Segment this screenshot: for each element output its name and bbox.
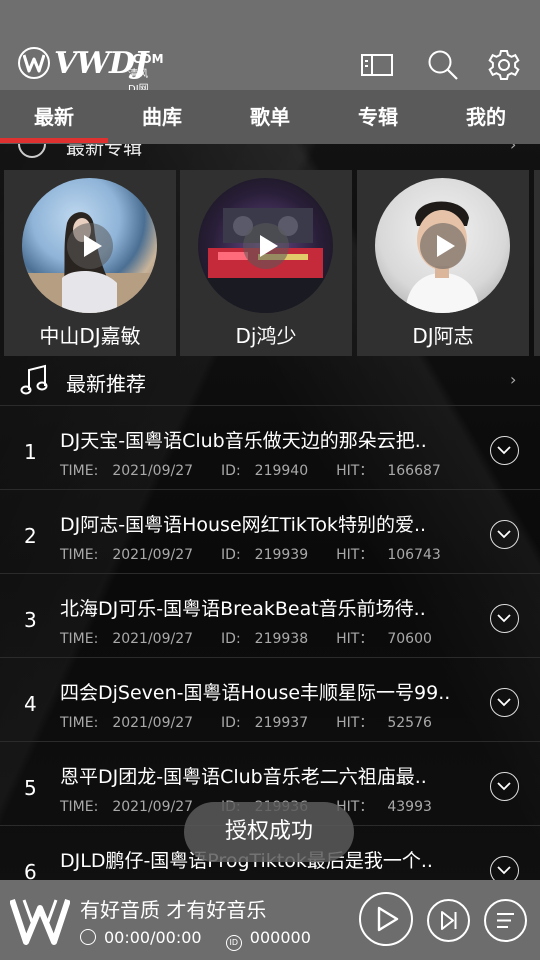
chevron-down-icon[interactable] (490, 520, 519, 549)
album-card-name: Dj鸿少 (235, 324, 297, 348)
track-number: 5 (24, 776, 37, 800)
chevron-right-icon: › (510, 144, 517, 154)
tab-albums[interactable]: 专辑 (324, 90, 432, 144)
track-hits: 43993 (387, 799, 432, 815)
player-id: 000000 (249, 928, 311, 947)
avatar (198, 178, 333, 313)
play-icon[interactable] (420, 223, 466, 269)
sidebar-toggle-icon[interactable] (360, 48, 394, 82)
chevron-right-icon: › (510, 370, 517, 389)
id-icon: ID (225, 935, 242, 951)
disc-icon (18, 144, 46, 158)
track-meta: TIME: 2021/09/27 ID: 219937 HIT： 52576 (60, 715, 432, 731)
track-number: 1 (24, 440, 37, 464)
album-card-name: 中山DJ嘉敏 (39, 324, 141, 348)
toast-message: 授权成功 (184, 802, 354, 862)
track-title: 北海DJ可乐-国粤语BreakBeat音乐前场待.. (60, 598, 426, 620)
track-title: DJ天宝-国粤语Club音乐做天边的那朵云把.. (60, 430, 427, 452)
albums-section-header[interactable]: 最新专辑 › (0, 144, 540, 162)
track-time: 2021/09/27 (112, 799, 194, 815)
mini-player[interactable]: 有好音质 才有好音乐 00:00/00:00 ID 000000 (0, 880, 540, 960)
chevron-down-icon[interactable] (490, 772, 519, 801)
chevron-down-icon[interactable] (490, 604, 519, 633)
app-logo[interactable]: VWDJ .COM 清风DJ网 (18, 44, 164, 95)
main-tabs: 最新 曲库 歌单 专辑 我的 (0, 90, 540, 144)
track-title: DJ阿志-国粤语House网红TikTok特别的爱.. (60, 514, 427, 536)
chevron-down-icon[interactable] (490, 436, 519, 465)
active-tab-indicator (0, 138, 108, 143)
avatar (22, 178, 157, 313)
track-hits: 166687 (387, 463, 441, 479)
track-number: 3 (24, 608, 37, 632)
player-time: 00:00/00:00 (104, 928, 202, 947)
album-card-partial (534, 170, 540, 356)
track-id: 219940 (254, 463, 309, 479)
list-item[interactable]: 3 北海DJ可乐-国粤语BreakBeat音乐前场待.. TIME: 2021/0… (0, 573, 540, 657)
player-title: 有好音质 才有好音乐 (80, 898, 267, 922)
player-logo-icon (10, 899, 70, 945)
track-meta: TIME: 2021/09/27 ID: 219940 HIT： 166687 (60, 463, 441, 479)
logo-com: .COM (128, 52, 164, 66)
player-meta: 00:00/00:00 ID 000000 (80, 928, 311, 951)
tab-latest[interactable]: 最新 (0, 90, 108, 144)
gear-icon[interactable] (487, 48, 521, 82)
recommend-section-title: 最新推荐 (66, 372, 146, 396)
tab-mine[interactable]: 我的 (432, 90, 540, 144)
music-note-icon (20, 364, 48, 395)
list-item[interactable]: 4 四会DjSeven-国粤语House丰顺星际一号99.. TIME: 2021… (0, 657, 540, 741)
recommend-section-header[interactable]: 最新推荐 › (0, 360, 540, 402)
play-button[interactable] (359, 892, 413, 946)
album-card[interactable]: 中山DJ嘉敏 (4, 170, 176, 356)
track-time: 2021/09/27 (112, 547, 194, 563)
track-id: 219938 (254, 631, 309, 647)
track-hits: 70600 (387, 631, 432, 647)
play-icon[interactable] (67, 223, 113, 269)
track-hits: 106743 (387, 547, 441, 563)
album-card-name: DJ阿志 (412, 324, 474, 348)
app-header: VWDJ .COM 清风DJ网 (0, 0, 540, 95)
next-track-button[interactable] (427, 899, 470, 942)
track-id: 219937 (254, 715, 309, 731)
tab-playlists[interactable]: 歌单 (216, 90, 324, 144)
avatar (375, 178, 510, 313)
track-number: 2 (24, 524, 37, 548)
album-card[interactable]: DJ阿志 (357, 170, 529, 356)
track-title: 恩平DJ团龙-国粤语Club音乐老二六祖庙最.. (60, 766, 427, 788)
album-card[interactable]: Dj鸿少 (180, 170, 352, 356)
play-icon[interactable] (243, 223, 289, 269)
track-time: 2021/09/27 (112, 463, 194, 479)
track-title: 四会DjSeven-国粤语House丰顺星际一号99.. (60, 682, 451, 704)
albums-section-title: 最新专辑 (66, 144, 143, 159)
playlist-button[interactable] (484, 899, 527, 942)
search-icon[interactable] (426, 48, 460, 82)
track-number: 4 (24, 692, 37, 716)
list-item[interactable]: 2 DJ阿志-国粤语House网红TikTok特别的爱.. TIME: 2021/… (0, 489, 540, 573)
list-item[interactable]: 1 DJ天宝-国粤语Club音乐做天边的那朵云把.. TIME: 2021/09/… (0, 405, 540, 489)
track-meta: TIME: 2021/09/27 ID: 219939 HIT： 106743 (60, 547, 441, 563)
track-meta: TIME: 2021/09/27 ID: 219938 HIT： 70600 (60, 631, 432, 647)
logo-badge-icon (18, 47, 50, 79)
play-icon (377, 906, 399, 932)
track-id: 219939 (254, 547, 309, 563)
chevron-down-icon[interactable] (490, 688, 519, 717)
skip-next-icon (441, 911, 457, 930)
tab-library[interactable]: 曲库 (108, 90, 216, 144)
track-hits: 52576 (387, 715, 432, 731)
albums-carousel[interactable]: 中山DJ嘉敏 Dj鸿少 DJ阿志 (0, 170, 540, 356)
playlist-icon (497, 913, 514, 928)
clock-icon (80, 929, 96, 945)
track-time: 2021/09/27 (112, 631, 194, 647)
track-time: 2021/09/27 (112, 715, 194, 731)
